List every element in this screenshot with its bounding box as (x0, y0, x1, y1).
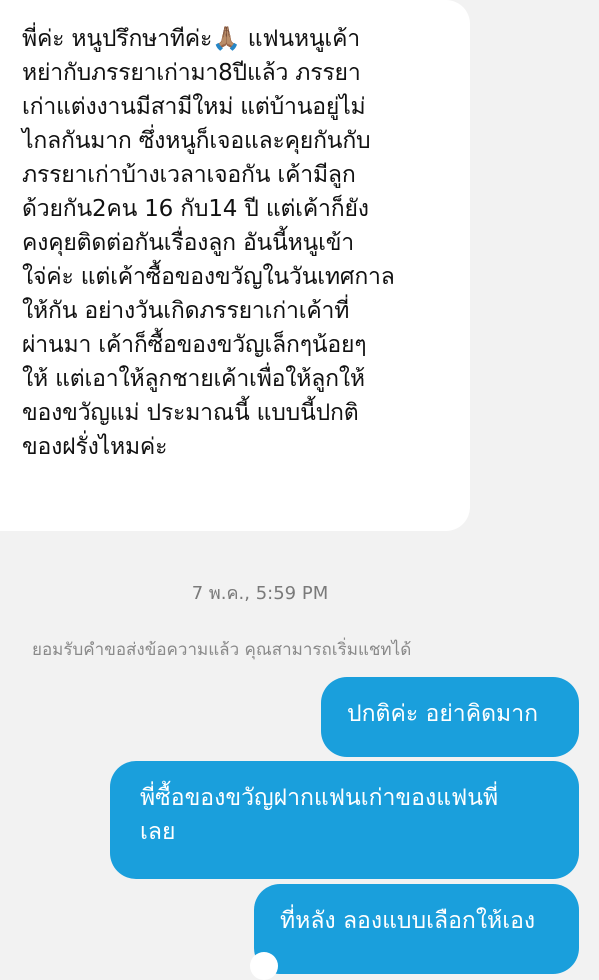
incoming-message-bubble[interactable]: พี่ค่ะ หนูปรึกษาทีค่ะ🙏🏽 แฟนหนูเค้า หย่าก… (0, 0, 470, 531)
outgoing-message-bubble[interactable]: ที่หลัง ลองแบบเลือกให้เอง (254, 884, 579, 974)
outgoing-message-bubble[interactable]: พี่ซื้อของขวัญฝากแฟนเก่าของแฟนพี่ เลย (110, 761, 579, 879)
request-accepted-notice: ยอมรับคำขอส่งข้อความแล้ว คุณสามารถเริ่มแ… (32, 640, 412, 660)
message-timestamp: 7 พ.ค., 5:59 PM (191, 583, 329, 604)
chat-thread: พี่ค่ะ หนูปรึกษาทีค่ะ🙏🏽 แฟนหนูเค้า หย่าก… (0, 0, 599, 980)
reaction-avatar-icon (250, 952, 278, 980)
outgoing-message-bubble[interactable]: ปกติค่ะ อย่าคิดมาก (321, 677, 579, 757)
